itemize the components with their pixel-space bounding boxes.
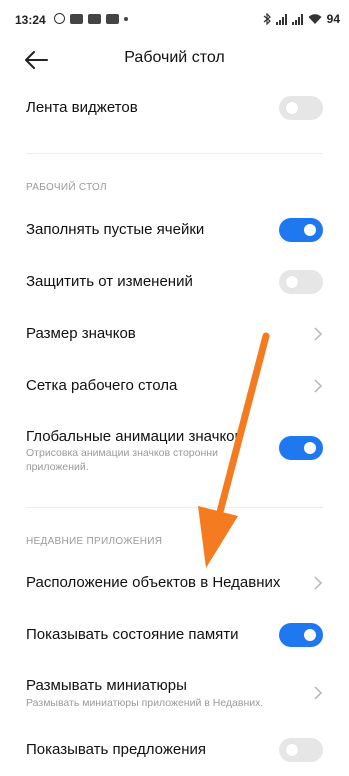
youtube-icon	[106, 13, 119, 24]
fill-cells-toggle[interactable]	[279, 218, 323, 242]
row-label: Показывать состояние памяти	[26, 626, 239, 643]
row-widgets[interactable]: Лента виджетов	[0, 86, 349, 130]
row-suggestions[interactable]: Показывать предложения	[0, 728, 349, 772]
row-label: Защитить от изменений	[26, 273, 193, 290]
system-icons: 94	[263, 12, 340, 26]
sim-icon	[70, 13, 83, 24]
row-icon-size[interactable]: Размер значков	[0, 312, 349, 356]
chevron-right-icon	[314, 379, 323, 393]
row-label: Расположение объектов в Недавних	[26, 574, 281, 591]
row-label: Размывать миниатюры	[26, 677, 187, 694]
signal-1-icon	[275, 13, 287, 25]
protect-toggle[interactable]	[279, 270, 323, 294]
row-fill-cells[interactable]: Заполнять пустые ячейки	[0, 208, 349, 252]
wifi-icon	[308, 13, 322, 24]
chevron-right-icon	[314, 576, 323, 590]
more-notifications-dot-icon	[124, 16, 128, 21]
bluetooth-icon	[263, 13, 271, 25]
suggestions-toggle[interactable]	[279, 738, 323, 762]
page-header: Рабочий стол	[0, 40, 349, 80]
chevron-right-icon	[314, 327, 323, 341]
row-global-animations[interactable]: Глобальные анимации значков Отрисовка ан…	[0, 416, 349, 480]
row-label: Размер значков	[26, 325, 136, 342]
app-notification-icon	[88, 13, 101, 24]
row-recent-layout[interactable]: Расположение объектов в Недавних	[0, 561, 349, 605]
global-animations-toggle[interactable]	[279, 436, 323, 460]
row-label: Глобальные анимации значков	[26, 428, 243, 445]
section-desktop: РАБОЧИЙ СТОЛ	[26, 182, 107, 193]
divider	[26, 507, 323, 508]
row-label: Показывать предложения	[26, 741, 206, 758]
row-label: Лента виджетов	[26, 99, 138, 116]
signal-2-icon	[291, 13, 303, 25]
row-description: Отрисовка анимации значков сторонни прил…	[26, 447, 218, 473]
row-description: Размывать миниатюры приложений в Недавни…	[26, 697, 264, 709]
page-title: Рабочий стол	[124, 49, 225, 66]
row-protect[interactable]: Защитить от изменений	[0, 260, 349, 304]
divider	[26, 153, 323, 154]
chevron-right-icon	[314, 686, 323, 700]
notification-icons	[54, 13, 128, 24]
row-grid[interactable]: Сетка рабочего стола	[0, 364, 349, 408]
memory-toggle[interactable]	[279, 623, 323, 647]
row-label: Заполнять пустые ячейки	[26, 221, 205, 238]
row-memory[interactable]: Показывать состояние памяти	[0, 613, 349, 657]
row-blur-thumbnails[interactable]: Размывать миниатюры Размывать миниатюры …	[0, 668, 349, 718]
status-time: 13:24	[15, 13, 46, 27]
widgets-toggle[interactable]	[279, 96, 323, 120]
row-label: Сетка рабочего стола	[26, 377, 178, 394]
status-bar: 13:24 94	[0, 0, 349, 34]
alarm-icon	[54, 13, 65, 24]
battery-level: 94	[326, 12, 340, 26]
section-recent: НЕДАВНИЕ ПРИЛОЖЕНИЯ	[26, 536, 163, 547]
